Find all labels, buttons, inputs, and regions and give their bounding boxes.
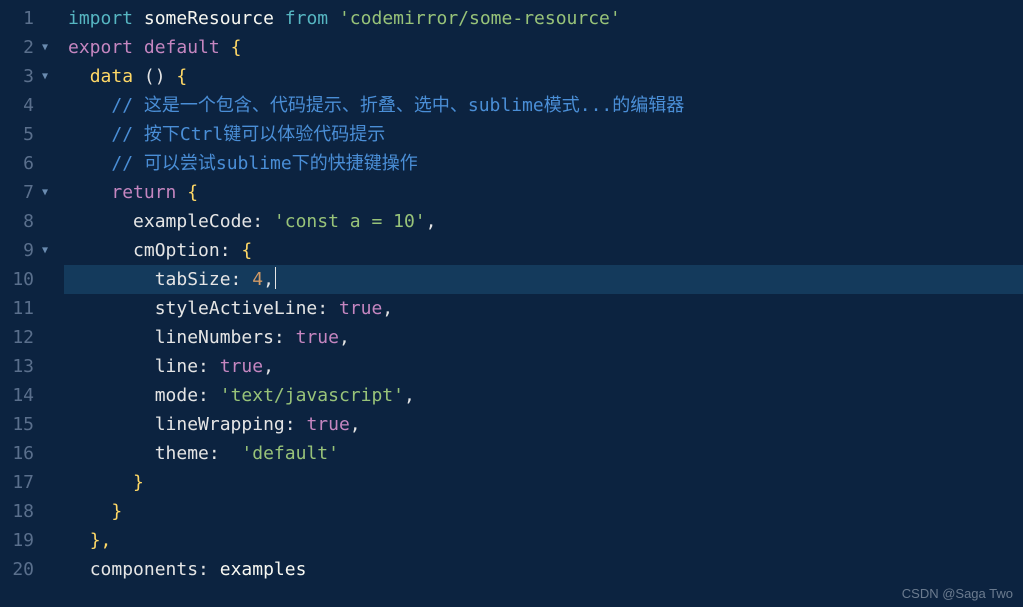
code-line-8: exampleCode: 'const a = 10', (64, 207, 1023, 236)
code-line-3: data () { (64, 62, 1023, 91)
gutter-row: 16 (0, 439, 50, 468)
fold-icon[interactable]: ▼ (38, 62, 48, 91)
code-line-9: cmOption: { (64, 236, 1023, 265)
code-editor[interactable]: 1 2▼ 3▼ 4 5 6 7▼ 8 9▼ 10 11 12 13 14 15 … (0, 0, 1023, 607)
code-line-16: theme: 'default' (64, 439, 1023, 468)
watermark-text: CSDN @Saga Two (902, 586, 1013, 601)
gutter-row: 9▼ (0, 236, 50, 265)
code-line-13: line: true, (64, 352, 1023, 381)
code-line-11: styleActiveLine: true, (64, 294, 1023, 323)
gutter-row: 8 (0, 207, 50, 236)
code-line-10: tabSize: 4, (64, 265, 1023, 294)
code-line-15: lineWrapping: true, (64, 410, 1023, 439)
gutter-row: 17 (0, 468, 50, 497)
gutter-row: 19 (0, 526, 50, 555)
gutter-row: 14 (0, 381, 50, 410)
code-line-12: lineNumbers: true, (64, 323, 1023, 352)
gutter-row: 11 (0, 294, 50, 323)
code-line-17: } (64, 468, 1023, 497)
gutter-row: 13 (0, 352, 50, 381)
fold-icon[interactable]: ▼ (38, 33, 48, 62)
gutter-row: 5 (0, 120, 50, 149)
gutter-row: 18 (0, 497, 50, 526)
code-content[interactable]: import someResource from 'codemirror/som… (56, 0, 1023, 607)
gutter-row: 6 (0, 149, 50, 178)
code-line-20: components: examples (64, 555, 1023, 584)
code-line-19: }, (64, 526, 1023, 555)
gutter-row: 4 (0, 91, 50, 120)
gutter-row: 15 (0, 410, 50, 439)
gutter-row: 1 (0, 4, 50, 33)
gutter-row: 20 (0, 555, 50, 584)
gutter-row: 10 (0, 265, 50, 294)
line-gutter: 1 2▼ 3▼ 4 5 6 7▼ 8 9▼ 10 11 12 13 14 15 … (0, 0, 56, 607)
gutter-row: 2▼ (0, 33, 50, 62)
gutter-row: 12 (0, 323, 50, 352)
gutter-row: 3▼ (0, 62, 50, 91)
code-line-7: return { (64, 178, 1023, 207)
code-line-18: } (64, 497, 1023, 526)
code-line-1: import someResource from 'codemirror/som… (64, 4, 1023, 33)
fold-icon[interactable]: ▼ (38, 236, 48, 265)
gutter-row: 7▼ (0, 178, 50, 207)
code-line-5: // 按下Ctrl键可以体验代码提示 (64, 120, 1023, 149)
code-line-14: mode: 'text/javascript', (64, 381, 1023, 410)
fold-icon[interactable]: ▼ (38, 178, 48, 207)
code-line-4: // 这是一个包含、代码提示、折叠、选中、sublime模式...的编辑器 (64, 91, 1023, 120)
code-line-2: export default { (64, 33, 1023, 62)
code-line-6: // 可以尝试sublime下的快捷键操作 (64, 149, 1023, 178)
text-cursor (275, 267, 276, 289)
